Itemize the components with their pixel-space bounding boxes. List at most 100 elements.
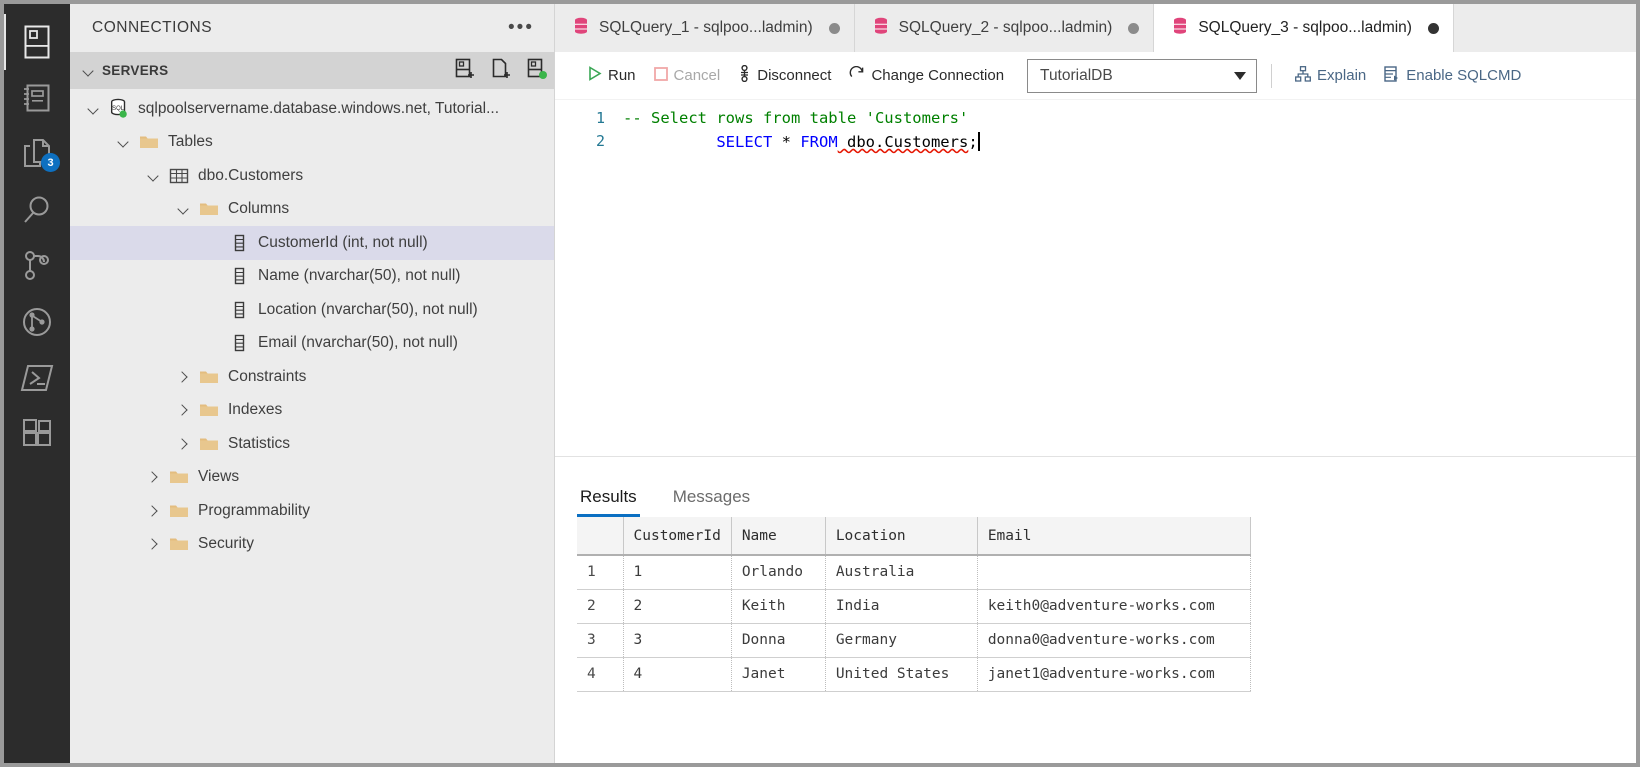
chevron-right-icon[interactable]: [142, 502, 166, 520]
new-server-group-icon[interactable]: [490, 58, 512, 83]
editor-results-splitter[interactable]: [555, 456, 1636, 465]
line-number: 1: [595, 108, 605, 127]
tree-item-indexes[interactable]: Indexes: [70, 394, 554, 428]
tab-dirty-indicator[interactable]: [1128, 22, 1140, 34]
tree-item-columns[interactable]: Columns: [70, 193, 554, 227]
tree-item-column-location[interactable]: Location (nvarchar(50), not null): [70, 293, 554, 327]
tree-item-programmability[interactable]: Programmability: [70, 494, 554, 528]
activity-item-search[interactable]: [4, 182, 70, 238]
folder-icon: [166, 468, 192, 486]
tree-item-label: Constraints: [228, 367, 307, 385]
explain-plan-icon: [1295, 65, 1311, 86]
activity-item-deployment[interactable]: [4, 294, 70, 350]
chevron-down-icon[interactable]: [112, 133, 136, 151]
servers-section-header[interactable]: SERVERS: [70, 52, 554, 89]
disconnect-icon: [738, 64, 751, 86]
grid-header-name[interactable]: Name: [731, 517, 826, 556]
table-row[interactable]: 4 4 Janet United States janet1@adventure…: [577, 657, 1251, 692]
tab-sqlquery-1[interactable]: SQLQuery_1 - sqlpoo...ladmin): [555, 4, 855, 52]
tab-results[interactable]: Results: [577, 487, 640, 517]
more-actions-icon[interactable]: •••: [500, 17, 542, 39]
cell-email[interactable]: keith0@adventure-works.com: [977, 589, 1251, 624]
folder-icon: [196, 368, 222, 386]
change-connection-button[interactable]: Change Connection: [840, 62, 1013, 90]
chevron-down-icon[interactable]: [172, 200, 196, 218]
tree-item-label: Security: [198, 535, 254, 553]
chevron-right-icon[interactable]: [142, 535, 166, 553]
column-icon: [226, 234, 252, 252]
activity-item-connections[interactable]: [4, 14, 70, 70]
tab-dirty-indicator[interactable]: [828, 22, 840, 34]
cell-name[interactable]: Orlando: [731, 555, 826, 590]
tree-item-constraints[interactable]: Constraints: [70, 360, 554, 394]
activity-item-extensions[interactable]: [4, 406, 70, 462]
database-dropdown[interactable]: TutorialDB: [1027, 58, 1258, 93]
grid-header-email[interactable]: Email: [977, 517, 1251, 556]
tree-item-column-email[interactable]: Email (nvarchar(50), not null): [70, 327, 554, 361]
sql-semicolon: ;: [968, 132, 978, 151]
stop-icon: [653, 66, 668, 85]
cell-customerid[interactable]: 1: [623, 555, 732, 590]
cell-name[interactable]: Keith: [731, 589, 826, 624]
chevron-down-icon[interactable]: [142, 167, 166, 185]
cell-customerid[interactable]: 2: [623, 589, 732, 624]
tree-item-label: Name (nvarchar(50), not null): [258, 267, 461, 285]
cell-location[interactable]: United States: [825, 657, 978, 692]
table-row[interactable]: 3 3 Donna Germany donna0@adventure-works…: [577, 623, 1251, 658]
chevron-right-icon[interactable]: [172, 401, 196, 419]
tree-item-label: Indexes: [228, 401, 283, 419]
sql-object-name: dbo.Customers: [837, 132, 969, 151]
cell-email[interactable]: [977, 555, 1251, 590]
cell-location[interactable]: Australia: [825, 555, 978, 590]
tree-item-column-name[interactable]: Name (nvarchar(50), not null): [70, 260, 554, 294]
tree-item-column-customerid[interactable]: CustomerId (int, not null): [70, 226, 554, 260]
grid-header-customerid[interactable]: CustomerId: [623, 517, 732, 556]
sql-keyword-select: SELECT: [716, 132, 773, 151]
cell-customerid[interactable]: 3: [623, 623, 732, 658]
text-cursor: [977, 131, 980, 151]
chevron-right-icon[interactable]: [172, 368, 196, 386]
activity-item-terminal[interactable]: [4, 350, 70, 406]
tree-item-tables[interactable]: Tables: [70, 126, 554, 160]
activity-item-open-editors[interactable]: 3: [4, 126, 70, 182]
tree-item-server[interactable]: SQL sqlpoolservername.database.windows.n…: [70, 92, 554, 126]
cell-email[interactable]: donna0@adventure-works.com: [977, 623, 1251, 658]
chevron-right-icon[interactable]: [172, 435, 196, 453]
activity-item-notebooks[interactable]: [4, 70, 70, 126]
table-row[interactable]: 1 1 Orlando Australia: [577, 555, 1251, 590]
tree-item-statistics[interactable]: Statistics: [70, 427, 554, 461]
results-grid-wrapper: CustomerId Name Location Email 1 1 Orlan…: [555, 517, 1636, 692]
sidebar-title-text: CONNECTIONS: [92, 19, 213, 36]
chevron-down-icon: [1234, 71, 1247, 80]
sql-editor[interactable]: 1 -- Select rows from table 'Customers' …: [555, 100, 1636, 456]
connected-server-icon[interactable]: [526, 58, 548, 83]
tree-item-dbo-customers[interactable]: dbo.Customers: [70, 159, 554, 193]
tab-sqlquery-2[interactable]: SQLQuery_2 - sqlpoo...ladmin): [854, 4, 1155, 52]
notebook-icon: [21, 82, 53, 114]
chevron-down-icon[interactable]: [82, 100, 106, 118]
editor-area: SQLQuery_1 - sqlpoo...ladmin) SQLQuery_2…: [555, 4, 1636, 763]
tab-sqlquery-3[interactable]: SQLQuery_3 - sqlpoo...ladmin): [1154, 4, 1454, 52]
explain-button[interactable]: Explain: [1286, 62, 1375, 90]
tree-item-views[interactable]: Views: [70, 461, 554, 495]
cell-location[interactable]: Germany: [825, 623, 978, 658]
new-connection-icon[interactable]: [454, 58, 476, 83]
enable-sqlcmd-button[interactable]: Enable SQLCMD: [1375, 62, 1530, 90]
cell-location[interactable]: India: [825, 589, 978, 624]
tab-messages[interactable]: Messages: [670, 487, 753, 517]
table-row[interactable]: 2 2 Keith India keith0@adventure-works.c…: [577, 589, 1251, 624]
results-tabbar: Results Messages: [555, 465, 1636, 517]
disconnect-button[interactable]: Disconnect: [729, 61, 840, 90]
tab-dirty-indicator[interactable]: [1427, 22, 1439, 34]
tree-item-security[interactable]: Security: [70, 528, 554, 562]
azure-data-studio-window: 3 CONNECTIONS ••• SERVERS SQL sqlpoolser…: [4, 4, 1636, 763]
cell-name[interactable]: Janet: [731, 657, 826, 692]
cell-name[interactable]: Donna: [731, 623, 826, 658]
activity-item-source-control[interactable]: [4, 238, 70, 294]
grid-header-location[interactable]: Location: [825, 517, 978, 556]
play-icon: [588, 66, 602, 85]
cell-customerid[interactable]: 4: [623, 657, 732, 692]
cell-email[interactable]: janet1@adventure-works.com: [977, 657, 1251, 692]
run-button[interactable]: Run: [579, 62, 645, 89]
chevron-right-icon[interactable]: [142, 468, 166, 486]
